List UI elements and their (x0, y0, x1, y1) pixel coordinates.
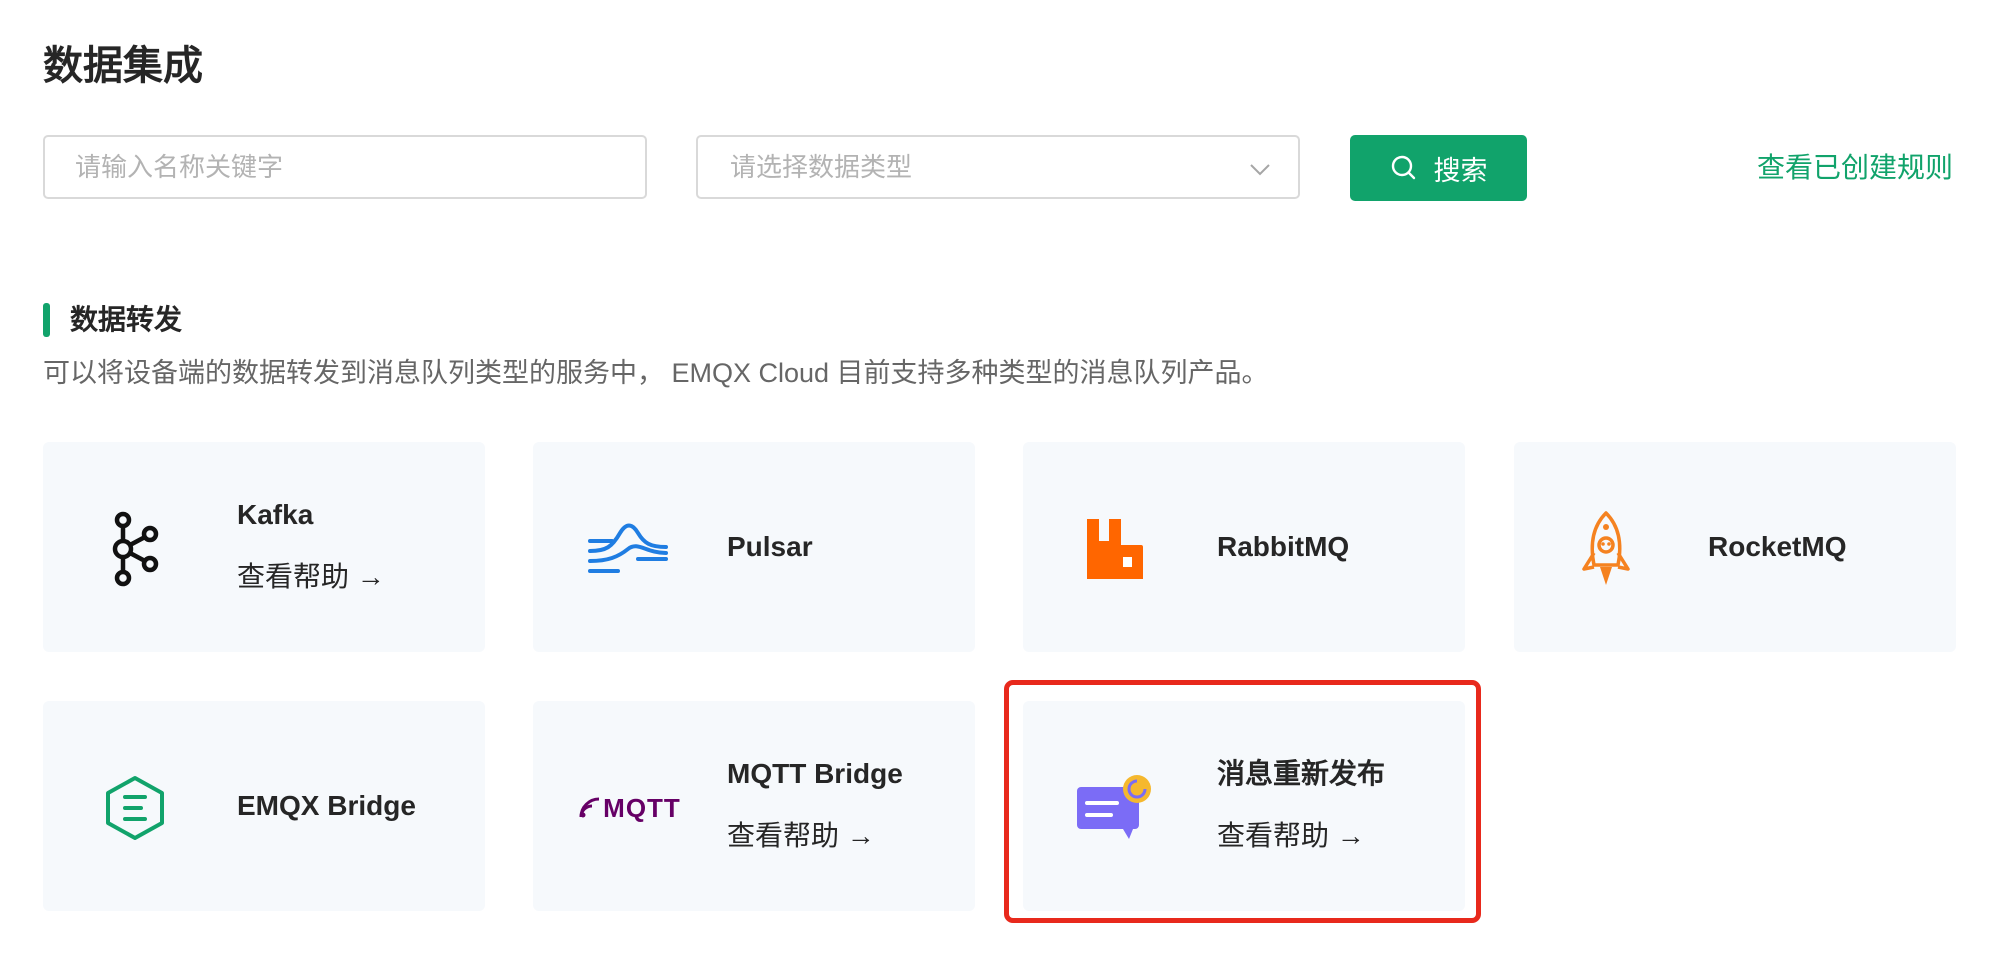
view-created-rules-link[interactable]: 查看已创建规则 (1757, 150, 1953, 186)
section-marker (43, 303, 50, 337)
search-button[interactable]: 搜索 (1350, 135, 1527, 201)
help-link[interactable]: 查看帮助 → (1217, 818, 1365, 854)
card-name: Kafka (237, 499, 314, 530)
pulsar-icon (588, 507, 668, 591)
emqx-icon (93, 766, 177, 850)
search-icon (1391, 155, 1415, 180)
data-type-select-placeholder: 请选择数据类型 (730, 152, 913, 182)
search-input[interactable] (43, 135, 647, 199)
card-pulsar[interactable]: Pulsar (533, 442, 975, 652)
mqtt-icon: MQTT (578, 766, 682, 850)
card-message-republish[interactable]: 消息重新发布 查看帮助 → (1023, 701, 1465, 911)
card-emqx-bridge[interactable]: EMQX Bridge (43, 701, 485, 911)
help-link[interactable]: 查看帮助 → (237, 559, 385, 595)
card-rocketmq[interactable]: RocketMQ (1514, 442, 1956, 652)
card-name: MQTT Bridge (727, 758, 903, 789)
section-title: 数据转发 (70, 304, 183, 335)
card-kafka[interactable]: Kafka 查看帮助 → (43, 442, 485, 652)
card-name: Pulsar (727, 531, 813, 562)
rabbitmq-icon (1073, 507, 1157, 591)
card-name: RabbitMQ (1217, 531, 1350, 562)
rocketmq-icon (1564, 507, 1648, 591)
republish-icon (1073, 766, 1157, 850)
section-description: 可以将设备端的数据转发到消息队列类型的服务中， EMQX Cloud 目前支持多… (43, 358, 1269, 388)
data-integration-page: 数据集成 请选择数据类型 搜索 查看已创建规则 数据转发 可以将设备端的数据转发… (0, 0, 1994, 976)
chevron-down-icon (1250, 164, 1270, 176)
card-rabbitmq[interactable]: RabbitMQ (1023, 442, 1465, 652)
card-name: RocketMQ (1708, 531, 1847, 562)
kafka-icon (93, 507, 177, 591)
card-name: 消息重新发布 (1217, 758, 1386, 789)
search-button-label: 搜索 (1433, 155, 1488, 186)
mqtt-logo-text: MQTT (603, 792, 681, 823)
card-name: EMQX Bridge (237, 790, 416, 821)
help-link[interactable]: 查看帮助 → (727, 818, 875, 854)
data-type-select[interactable]: 请选择数据类型 (696, 135, 1300, 199)
card-mqtt-bridge[interactable]: MQTT MQTT Bridge 查看帮助 → (533, 701, 975, 911)
page-title: 数据集成 (43, 44, 203, 88)
